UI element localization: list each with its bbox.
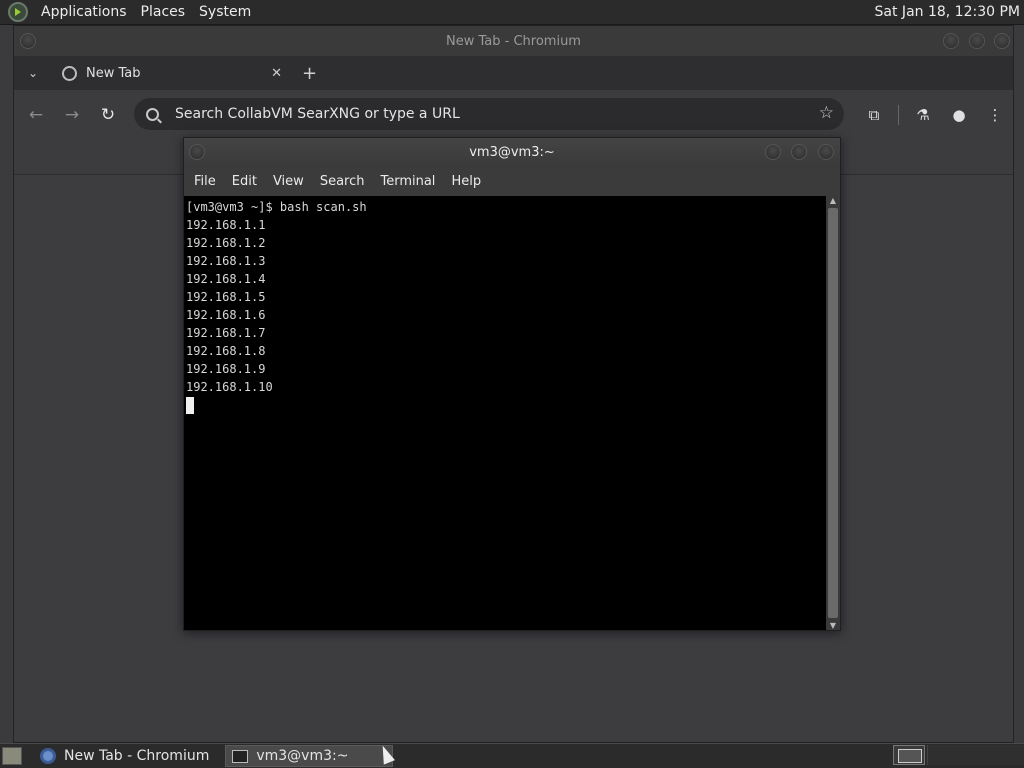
taskbar-item-chromium[interactable]: New Tab - Chromium — [34, 745, 215, 767]
app-menu-logo-icon[interactable] — [8, 2, 28, 22]
scroll-down-arrow-icon[interactable]: ▼ — [826, 621, 840, 630]
terminal-window: vm3@vm3:~ File Edit View Search Terminal… — [183, 137, 841, 631]
terminal-output-line: 192.168.1.6 — [186, 308, 266, 322]
workspace-switcher-2[interactable] — [927, 745, 1024, 765]
terminal-output-line: 192.168.1.10 — [186, 380, 273, 394]
toolbar-separator — [898, 105, 899, 125]
terminal-menu-terminal[interactable]: Terminal — [372, 174, 443, 189]
terminal-output-line: 192.168.1.9 — [186, 362, 266, 376]
terminal-output-line: 192.168.1.7 — [186, 326, 266, 340]
taskbar-item-label: vm3@vm3:~ — [256, 748, 349, 764]
omnibox-placeholder: Search CollabVM SearXNG or type a URL — [175, 106, 460, 122]
terminal-output-line: 192.168.1.4 — [186, 272, 266, 286]
back-arrow-icon[interactable]: ← — [18, 105, 54, 125]
workspace-switcher-1[interactable] — [893, 745, 925, 765]
bookmark-star-icon[interactable]: ☆ — [819, 103, 834, 123]
terminal-prompt-line: [vm3@vm3 ~]$ bash scan.sh — [186, 200, 367, 214]
top-panel: Applications Places System Sat Jan 18, 1… — [0, 0, 1024, 25]
terminal-minimize-button[interactable] — [765, 144, 781, 160]
chromium-titlebar[interactable]: New Tab - Chromium — [14, 26, 1013, 56]
terminal-menubar: File Edit View Search Terminal Help — [184, 167, 840, 195]
reload-icon[interactable]: ↻ — [90, 105, 126, 125]
bottom-taskbar: New Tab - Chromium vm3@vm3:~ — [0, 743, 1024, 768]
terminal-window-title: vm3@vm3:~ — [469, 145, 555, 160]
taskbar-item-terminal[interactable]: vm3@vm3:~ — [225, 745, 394, 767]
maximize-button[interactable] — [969, 33, 985, 49]
show-desktop-icon[interactable] — [2, 747, 22, 765]
terminal-output-line: 192.168.1.3 — [186, 254, 266, 268]
chromium-icon — [40, 748, 56, 764]
labs-flask-icon[interactable]: ⚗ — [905, 106, 941, 124]
terminal-window-menu-button[interactable] — [189, 144, 205, 160]
extensions-puzzle-icon[interactable]: ⧉ — [856, 106, 892, 124]
search-icon — [146, 107, 159, 121]
tab-strip: ⌄ New Tab ✕ + — [14, 56, 1013, 90]
terminal-menu-edit[interactable]: Edit — [224, 174, 265, 189]
terminal-output[interactable]: [vm3@vm3 ~]$ bash scan.sh 192.168.1.1 19… — [184, 196, 826, 630]
terminal-menu-file[interactable]: File — [186, 174, 224, 189]
menu-applications[interactable]: Applications — [34, 4, 134, 20]
terminal-close-button[interactable] — [818, 144, 834, 160]
menu-system[interactable]: System — [192, 4, 258, 20]
chrome-menu-kebab-icon[interactable]: ⋮ — [977, 106, 1013, 124]
terminal-scrollbar[interactable]: ▲ ▼ — [826, 196, 840, 630]
tab-label: New Tab — [86, 65, 141, 81]
tab-close-icon[interactable]: ✕ — [271, 66, 282, 81]
taskbar-item-label: New Tab - Chromium — [64, 748, 210, 764]
window-menu-button[interactable] — [20, 33, 36, 49]
terminal-cursor — [186, 397, 194, 414]
browser-toolbar: ← → ↻ Search CollabVM SearXNG or type a … — [14, 90, 1013, 140]
tab-search-chevron-down-icon[interactable]: ⌄ — [14, 66, 52, 80]
terminal-menu-help[interactable]: Help — [443, 174, 489, 189]
forward-arrow-icon[interactable]: → — [54, 105, 90, 125]
new-tab-plus-icon[interactable]: + — [302, 63, 317, 84]
scrollbar-thumb[interactable] — [828, 208, 838, 618]
chromium-window-title: New Tab - Chromium — [446, 33, 581, 49]
globe-icon — [62, 65, 77, 81]
close-button[interactable] — [994, 33, 1010, 49]
terminal-maximize-button[interactable] — [791, 144, 807, 160]
terminal-output-line: 192.168.1.8 — [186, 344, 266, 358]
menu-places[interactable]: Places — [134, 4, 193, 20]
terminal-titlebar[interactable]: vm3@vm3:~ — [184, 138, 840, 167]
tab-new-tab[interactable]: New Tab ✕ — [52, 56, 292, 90]
terminal-output-line: 192.168.1.5 — [186, 290, 266, 304]
omnibox[interactable]: Search CollabVM SearXNG or type a URL ☆ — [134, 98, 844, 130]
scroll-up-arrow-icon[interactable]: ▲ — [826, 196, 840, 205]
terminal-output-line: 192.168.1.2 — [186, 236, 266, 250]
clock[interactable]: Sat Jan 18, 12:30 PM — [875, 4, 1020, 20]
terminal-output-line: 192.168.1.1 — [186, 218, 266, 232]
terminal-icon — [232, 749, 249, 763]
terminal-menu-search[interactable]: Search — [312, 174, 373, 189]
terminal-menu-view[interactable]: View — [265, 174, 312, 189]
toolbar-right-actions: ⧉ ⚗ ● ⋮ — [856, 90, 1013, 140]
minimize-button[interactable] — [943, 33, 959, 49]
profile-avatar-icon[interactable]: ● — [941, 106, 977, 124]
